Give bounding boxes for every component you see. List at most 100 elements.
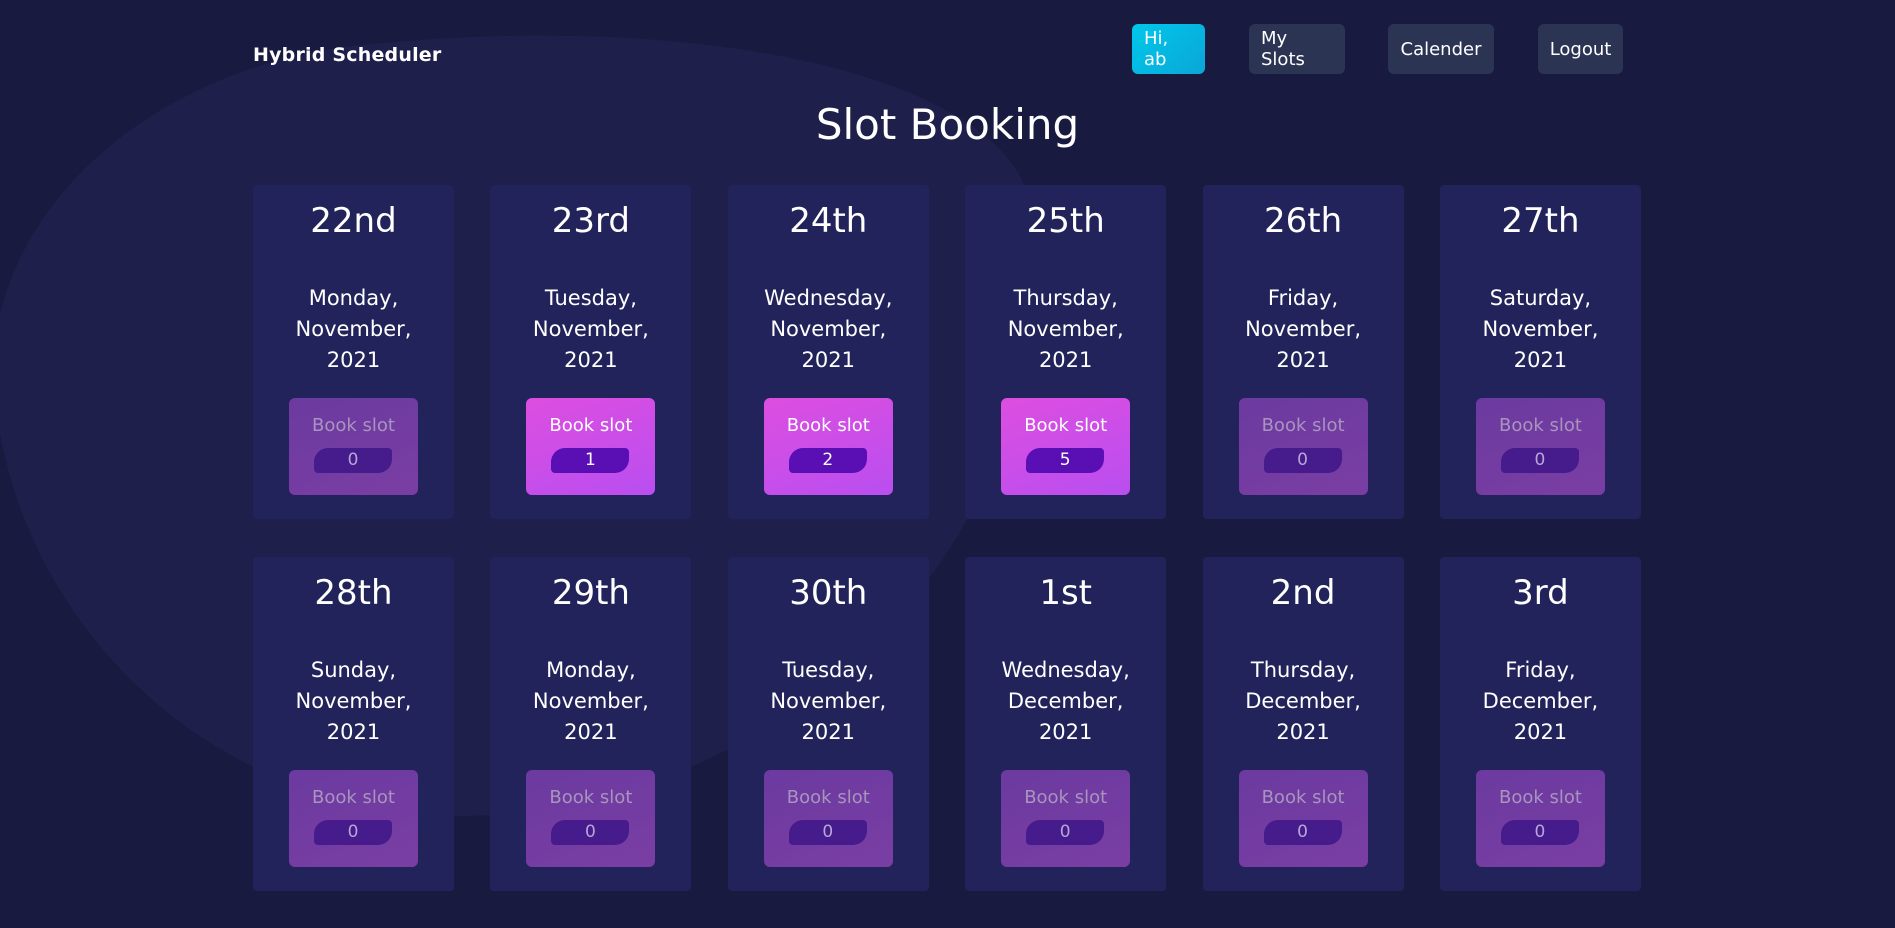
date-weekday: Saturday, bbox=[1489, 286, 1592, 310]
date-weekday: Thursday, bbox=[1013, 286, 1118, 310]
date-weekday: Friday, bbox=[1505, 658, 1576, 682]
slot-count-badge: 5 bbox=[1026, 448, 1105, 473]
book-slot-button[interactable]: Book slot 0 bbox=[289, 398, 418, 495]
date-month: November, bbox=[1007, 317, 1124, 341]
full-date: Friday, December, 2021 bbox=[1440, 655, 1641, 748]
day-card: 23rd Tuesday, November, 2021 Book slot 1 bbox=[490, 185, 692, 519]
full-date: Saturday, November, 2021 bbox=[1440, 283, 1641, 376]
page-title: Slot Booking bbox=[815, 100, 1080, 149]
full-date: Wednesday, December, 2021 bbox=[965, 655, 1166, 748]
book-slot-button[interactable]: Book slot 0 bbox=[1475, 398, 1605, 495]
slot-count-badge: 0 bbox=[788, 820, 867, 845]
date-year: 2021 bbox=[1038, 720, 1093, 744]
date-year: 2021 bbox=[1513, 348, 1568, 372]
book-slot-label: Book slot bbox=[786, 415, 870, 436]
day-number: 1st bbox=[1039, 573, 1093, 613]
date-month: November, bbox=[770, 689, 887, 713]
page: Hybrid Scheduler Hi, ab My Slots Calende… bbox=[0, 0, 1895, 928]
date-weekday: Monday, bbox=[308, 286, 399, 310]
book-slot-label: Book slot bbox=[786, 787, 870, 808]
logout-button[interactable]: Logout bbox=[1538, 24, 1623, 74]
slot-count-badge: 2 bbox=[788, 448, 867, 473]
book-slot-label: Book slot bbox=[549, 787, 633, 808]
book-slot-label: Book slot bbox=[1498, 415, 1582, 436]
date-month: December, bbox=[1482, 689, 1599, 713]
day-number: 22nd bbox=[310, 201, 397, 241]
full-date: Monday, November, 2021 bbox=[253, 283, 454, 376]
date-month: November, bbox=[532, 317, 649, 341]
day-number: 26th bbox=[1263, 201, 1343, 241]
day-card: 3rd Friday, December, 2021 Book slot 0 bbox=[1439, 557, 1641, 891]
slot-count-badge: 0 bbox=[551, 820, 630, 845]
date-month: November, bbox=[295, 317, 412, 341]
date-year: 2021 bbox=[326, 720, 381, 744]
date-weekday: Tuesday, bbox=[544, 286, 637, 310]
date-weekday: Tuesday, bbox=[782, 658, 875, 682]
slot-count-badge: 0 bbox=[314, 448, 392, 473]
date-month: December, bbox=[1007, 689, 1124, 713]
day-number: 25th bbox=[1026, 201, 1105, 241]
date-weekday: Thursday, bbox=[1250, 658, 1356, 682]
date-year: 2021 bbox=[564, 720, 618, 744]
date-month: November, bbox=[295, 689, 412, 713]
book-slot-button[interactable]: Book slot 1 bbox=[526, 398, 656, 495]
day-number: 28th bbox=[314, 573, 393, 613]
brand-title: Hybrid Scheduler bbox=[253, 44, 442, 66]
book-slot-button[interactable]: Book slot 0 bbox=[1001, 770, 1131, 867]
day-card: 30th Tuesday, November, 2021 Book slot 0 bbox=[727, 557, 929, 891]
full-date: Tuesday, November, 2021 bbox=[490, 283, 691, 376]
book-slot-button[interactable]: Book slot 5 bbox=[1001, 398, 1131, 495]
full-date: Tuesday, November, 2021 bbox=[728, 655, 929, 748]
day-card: 28th Sunday, November, 2021 Book slot 0 bbox=[253, 557, 454, 891]
book-slot-label: Book slot bbox=[312, 787, 395, 808]
slot-count-badge: 0 bbox=[1500, 820, 1579, 845]
slot-grid: 22nd Monday, November, 2021 Book slot 0 23rd Tu… bbox=[253, 185, 1641, 891]
day-number: 29th bbox=[551, 573, 630, 613]
date-month: November, bbox=[1245, 317, 1362, 341]
my-slots-button[interactable]: My Slots bbox=[1249, 24, 1345, 74]
greeting-button[interactable]: Hi, ab bbox=[1132, 24, 1205, 74]
date-year: 2021 bbox=[1513, 720, 1568, 744]
slot-count-badge: 0 bbox=[314, 820, 392, 845]
date-month: November, bbox=[532, 689, 649, 713]
book-slot-label: Book slot bbox=[1024, 415, 1108, 436]
date-weekday: Wednesday, bbox=[764, 286, 893, 310]
slot-count-badge: 0 bbox=[1263, 820, 1342, 845]
day-card: 1st Wednesday, December, 2021 Book slot 0 bbox=[965, 557, 1167, 891]
book-slot-label: Book slot bbox=[1261, 415, 1345, 436]
date-year: 2021 bbox=[1276, 720, 1330, 744]
book-slot-button[interactable]: Book slot 0 bbox=[1238, 770, 1368, 867]
date-weekday: Sunday, bbox=[310, 658, 397, 682]
date-year: 2021 bbox=[1276, 348, 1330, 372]
date-year: 2021 bbox=[1038, 348, 1093, 372]
calendar-button[interactable]: Calender bbox=[1388, 24, 1494, 74]
day-card: 27th Saturday, November, 2021 Book slot 0 bbox=[1439, 185, 1641, 519]
date-month: November, bbox=[770, 317, 887, 341]
day-card: 26th Friday, November, 2021 Book slot 0 bbox=[1202, 185, 1404, 519]
slot-count-badge: 0 bbox=[1026, 820, 1105, 845]
day-number: 24th bbox=[789, 201, 868, 241]
day-number: 23rd bbox=[551, 201, 630, 241]
full-date: Friday, November, 2021 bbox=[1203, 283, 1404, 376]
day-card: 2nd Thursday, December, 2021 Book slot 0 bbox=[1202, 557, 1404, 891]
date-weekday: Monday, bbox=[546, 658, 636, 682]
book-slot-label: Book slot bbox=[549, 415, 633, 436]
top-navbar: Hybrid Scheduler Hi, ab My Slots Calende… bbox=[0, 0, 1895, 90]
book-slot-button[interactable]: Book slot 0 bbox=[1238, 398, 1368, 495]
date-year: 2021 bbox=[326, 348, 381, 372]
day-number: 3rd bbox=[1512, 573, 1569, 613]
full-date: Wednesday, November, 2021 bbox=[728, 283, 929, 376]
book-slot-button[interactable]: Book slot 2 bbox=[763, 398, 893, 495]
day-number: 27th bbox=[1501, 201, 1580, 241]
book-slot-button[interactable]: Book slot 0 bbox=[763, 770, 893, 867]
book-slot-button[interactable]: Book slot 0 bbox=[526, 770, 656, 867]
book-slot-button[interactable]: Book slot 0 bbox=[1475, 770, 1605, 867]
slot-count-badge: 1 bbox=[551, 448, 630, 473]
book-slot-button[interactable]: Book slot 0 bbox=[289, 770, 418, 867]
day-card: 22nd Monday, November, 2021 Book slot 0 bbox=[253, 185, 454, 519]
day-number: 2nd bbox=[1270, 573, 1336, 613]
full-date: Monday, November, 2021 bbox=[490, 655, 691, 748]
day-number: 30th bbox=[789, 573, 868, 613]
full-date: Sunday, November, 2021 bbox=[253, 655, 454, 748]
book-slot-label: Book slot bbox=[312, 415, 395, 436]
